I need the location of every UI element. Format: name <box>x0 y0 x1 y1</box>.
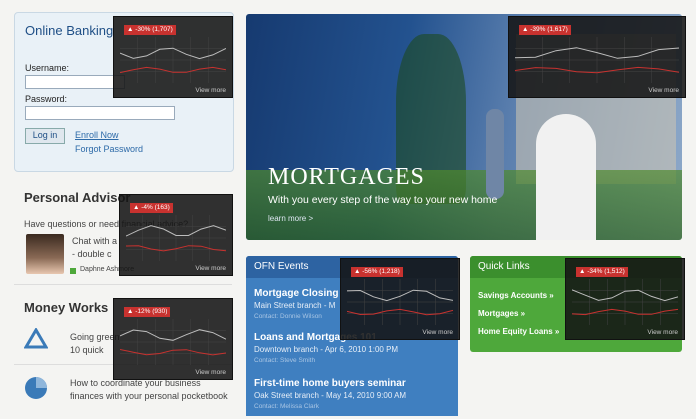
recycle-icon <box>24 328 48 349</box>
advisor-avatar <box>26 234 64 274</box>
login-button[interactable]: Log in <box>25 128 65 144</box>
username-field[interactable] <box>25 75 125 89</box>
view-more-link[interactable]: View more <box>648 87 679 94</box>
stat-overlay[interactable]: ▲ -30% (1,707) View more <box>113 16 233 98</box>
stat-badge: ▲ -39% (1,617) <box>519 25 571 35</box>
username-label: Username: <box>25 63 70 73</box>
money-works-title: Money Works <box>24 300 109 315</box>
event-sub-2: Downtown branch - Apr 6, 2010 1:00 PM <box>254 345 399 354</box>
event-contact-2: Contact: Steve Smith <box>254 357 316 364</box>
woman-figure <box>536 114 596 240</box>
sparkline-chart <box>572 279 678 325</box>
pie-chart-icon <box>25 377 47 399</box>
online-banking-title: Online Banking <box>25 23 114 38</box>
view-more-link[interactable]: View more <box>195 369 226 376</box>
learn-more-link[interactable]: learn more > <box>268 214 313 223</box>
quick-links-title: Quick Links <box>478 261 530 272</box>
stat-overlay[interactable]: ▲ -4% (163) View more <box>119 194 233 276</box>
stat-badge: ▲ -34% (1,512) <box>576 267 628 277</box>
view-more-link[interactable]: View more <box>647 329 678 336</box>
stat-badge: ▲ -4% (163) <box>130 203 173 213</box>
quick-link-mortgages[interactable]: Mortgages » <box>478 309 525 318</box>
sparkline-chart <box>126 215 226 261</box>
forgot-password-link[interactable]: Forgot Password <box>75 144 143 154</box>
money-item-1-line-2: 10 quick <box>70 345 104 355</box>
chat-line-1[interactable]: Chat with a <box>72 236 117 246</box>
stat-badge: ▲ -30% (1,707) <box>124 25 176 35</box>
stat-overlay[interactable]: ▲ -56% (1,218) View more <box>340 258 460 340</box>
password-field[interactable] <box>25 106 175 120</box>
quick-link-home-equity[interactable]: Home Equity Loans » <box>478 327 559 336</box>
stat-overlay[interactable]: ▲ -12% (930) View more <box>113 298 233 380</box>
enroll-link[interactable]: Enroll Now <box>75 130 119 140</box>
stat-overlay[interactable]: ▲ -39% (1,617) View more <box>508 16 686 98</box>
event-contact-1: Contact: Donnie Wilson <box>254 313 322 320</box>
chat-line-2: - double c <box>72 249 112 259</box>
sparkline-chart <box>347 279 453 325</box>
hero-subheading: With you every step of the way to your n… <box>268 194 498 206</box>
quick-link-savings[interactable]: Savings Accounts » <box>478 291 554 300</box>
sparkline-chart <box>515 37 679 83</box>
view-more-link[interactable]: View more <box>195 87 226 94</box>
event-sub-1: Main Street branch - M <box>254 301 336 310</box>
events-title: OFN Events <box>254 261 309 272</box>
event-sub-3: Oak Street branch - May 14, 2010 9:00 AM <box>254 391 407 400</box>
event-title-1[interactable]: Mortgage Closing <box>254 288 338 299</box>
event-title-3[interactable]: First-time home buyers seminar <box>254 378 406 389</box>
stat-badge: ▲ -12% (930) <box>124 307 171 317</box>
stat-badge: ▲ -56% (1,218) <box>351 267 403 277</box>
personal-advisor-title: Personal Advisor <box>24 190 131 205</box>
hero-heading: MORTGAGES <box>268 164 425 190</box>
divider <box>14 284 232 285</box>
sparkline-chart <box>120 37 226 83</box>
event-contact-3: Contact: Melissa Clark <box>254 403 320 410</box>
online-status-icon <box>70 268 76 274</box>
money-item-2-line-2: finances with your personal pocketbook <box>70 391 228 401</box>
password-label: Password: <box>25 94 68 104</box>
sparkline-chart <box>120 319 226 365</box>
view-more-link[interactable]: View more <box>422 329 453 336</box>
man-figure <box>486 109 504 199</box>
view-more-link[interactable]: View more <box>195 265 226 272</box>
stat-overlay[interactable]: ▲ -34% (1,512) View more <box>565 258 685 340</box>
